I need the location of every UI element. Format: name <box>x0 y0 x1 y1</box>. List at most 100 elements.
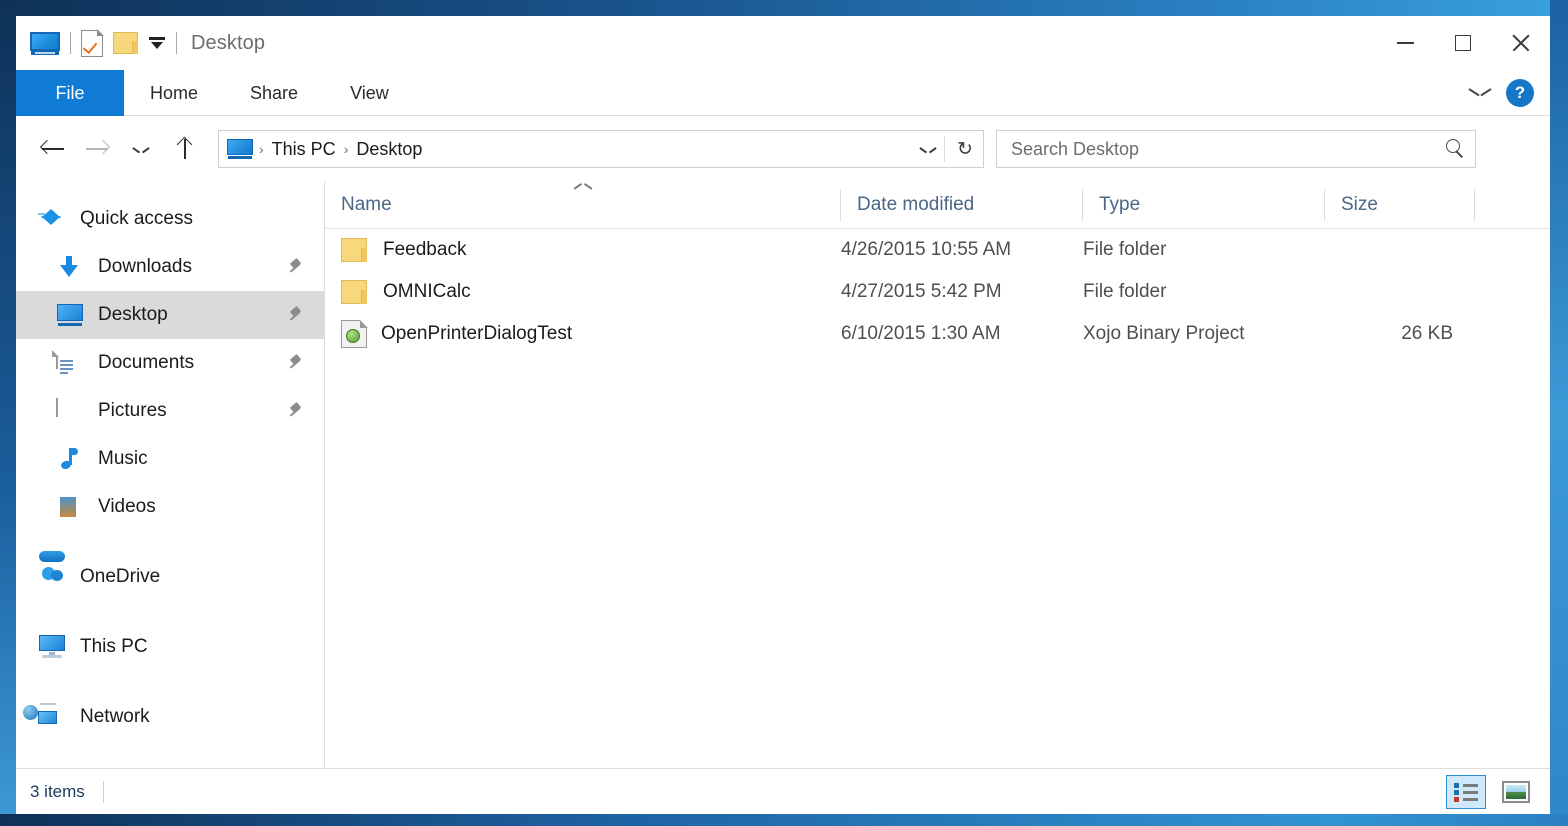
sidebar-item-videos[interactable]: Videos <box>16 483 324 531</box>
column-header-name-label: Name <box>341 193 392 215</box>
network-icon <box>23 702 66 729</box>
file-type-cell: File folder <box>1083 281 1167 302</box>
file-date-cell: 4/27/2015 5:42 PM <box>841 281 1002 302</box>
window-frame-bottom <box>0 814 1568 826</box>
column-header-type-label: Type <box>1099 193 1141 215</box>
document-icon <box>56 350 84 375</box>
sidebar-item-desktop[interactable]: Desktop <box>16 291 324 339</box>
column-header-type[interactable]: Type <box>1083 181 1325 229</box>
sidebar-label-music: Music <box>98 448 148 469</box>
forward-button[interactable] <box>76 128 118 170</box>
sidebar-label-pictures: Pictures <box>98 400 167 421</box>
navigation-bar: › This PC › Desktop ↻ Search Desktop <box>16 117 1550 181</box>
sidebar-item-downloads[interactable]: Downloads <box>16 243 324 291</box>
back-button[interactable] <box>32 128 74 170</box>
table-row[interactable]: OMNICalc 4/27/2015 5:42 PM File folder <box>325 271 1550 313</box>
sidebar-label-quick-access: Quick access <box>80 208 193 229</box>
sidebar-item-this-pc[interactable]: This PC <box>16 623 324 671</box>
breadcrumb-this-pc[interactable]: This PC <box>266 139 342 160</box>
folder-icon <box>341 280 369 304</box>
column-divider-size[interactable] <box>1474 188 1475 221</box>
sidebar-item-music[interactable]: Music <box>16 435 324 483</box>
properties-icon[interactable] <box>81 29 104 57</box>
explorer-window: Desktop File Home Share View ? › This PC… <box>0 0 1568 826</box>
large-icons-view-icon <box>1502 780 1530 803</box>
picture-icon <box>56 398 84 423</box>
pin-icon-pictures[interactable] <box>288 403 304 419</box>
search-icon[interactable] <box>1445 139 1465 159</box>
help-button[interactable]: ? <box>1506 78 1534 107</box>
file-name-label: OMNICalc <box>383 281 471 302</box>
sidebar-label-documents: Documents <box>98 352 195 373</box>
window-title: Desktop <box>191 31 266 54</box>
new-folder-icon[interactable] <box>113 32 138 54</box>
table-row[interactable]: Feedback 4/26/2015 10:55 AM File folder <box>325 229 1550 271</box>
column-header-date-modified[interactable]: Date modified <box>841 181 1083 229</box>
ribbon-right-controls: ? <box>1470 70 1550 115</box>
window-frame-left <box>0 0 16 826</box>
column-header-name[interactable]: Name <box>325 181 841 229</box>
close-button[interactable] <box>1492 16 1550 70</box>
sidebar-gap-1 <box>16 531 324 553</box>
details-view-button[interactable] <box>1446 774 1486 809</box>
this-pc-icon <box>38 635 66 659</box>
address-bar[interactable]: › This PC › Desktop ↻ <box>218 130 984 168</box>
music-icon <box>56 447 84 471</box>
ribbon-tabs: File Home Share View ? <box>16 70 1550 116</box>
file-name-label: OpenPrinterDialogTest <box>381 323 573 344</box>
chevron-down-icon[interactable] <box>1470 87 1490 99</box>
large-icons-view-button[interactable] <box>1496 775 1536 809</box>
pin-icon-documents[interactable] <box>288 355 304 371</box>
star-icon <box>38 207 66 231</box>
file-name-cell[interactable]: OpenPrinterDialogTest <box>325 319 841 348</box>
sort-ascending-icon <box>575 184 591 193</box>
tab-file[interactable]: File <box>16 70 124 116</box>
window-frame-right <box>1550 0 1568 826</box>
breadcrumb-separator-0: › <box>259 141 264 157</box>
search-input[interactable]: Search Desktop <box>996 130 1476 168</box>
breadcrumb-desktop[interactable]: Desktop <box>350 139 428 160</box>
tab-view[interactable]: View <box>324 70 415 116</box>
column-headers: Name Date modified Type Size <box>325 181 1550 229</box>
title-bar: Desktop <box>16 16 1550 70</box>
video-icon <box>56 495 84 519</box>
file-name-label: Feedback <box>383 239 467 260</box>
sidebar-item-network[interactable]: Network <box>16 693 324 741</box>
file-list-pane: Name Date modified Type Size Feedback 4/… <box>325 181 1550 768</box>
up-button[interactable] <box>164 128 206 170</box>
file-name-cell[interactable]: Feedback <box>325 238 841 262</box>
file-name-cell[interactable]: OMNICalc <box>325 280 841 304</box>
navigation-pane[interactable]: Quick access Downloads Desktop Documents… <box>16 181 325 768</box>
details-view-icon <box>1454 782 1478 802</box>
table-row[interactable]: OpenPrinterDialogTest 6/10/2015 1:30 AM … <box>325 313 1550 355</box>
address-dropdown-icon[interactable] <box>920 141 936 157</box>
quick-access-toolbar <box>16 29 177 57</box>
sidebar-item-documents[interactable]: Documents <box>16 339 324 387</box>
refresh-icon[interactable]: ↻ <box>953 137 977 161</box>
file-date-cell: 6/10/2015 1:30 AM <box>841 323 1001 344</box>
sidebar-item-pictures[interactable]: Pictures <box>16 387 324 435</box>
tab-home[interactable]: Home <box>124 70 224 116</box>
sidebar-label-videos: Videos <box>98 496 156 517</box>
status-separator <box>102 780 104 803</box>
column-header-size[interactable]: Size <box>1325 181 1475 229</box>
sidebar-item-quick-access[interactable]: Quick access <box>16 195 324 243</box>
pin-icon-desktop[interactable] <box>288 307 304 323</box>
column-header-date-label: Date modified <box>857 193 975 215</box>
explorer-icon[interactable] <box>30 31 60 55</box>
maximize-button[interactable] <box>1434 16 1492 70</box>
sidebar-label-network: Network <box>80 706 150 727</box>
sidebar-item-onedrive[interactable]: OneDrive <box>16 551 324 601</box>
sidebar-label-downloads: Downloads <box>98 256 192 277</box>
download-icon <box>56 255 84 279</box>
cloud-icon <box>38 551 66 589</box>
minimize-button[interactable] <box>1376 16 1434 70</box>
window-controls <box>1376 16 1550 70</box>
tab-share[interactable]: Share <box>224 70 324 116</box>
recent-locations-icon[interactable] <box>120 128 162 170</box>
search-placeholder: Search Desktop <box>1011 138 1140 159</box>
sidebar-gap-2 <box>16 601 324 623</box>
pin-icon-downloads[interactable] <box>288 259 304 275</box>
customize-dropdown-icon[interactable] <box>148 35 166 51</box>
file-rows: Feedback 4/26/2015 10:55 AM File folder … <box>325 229 1550 768</box>
